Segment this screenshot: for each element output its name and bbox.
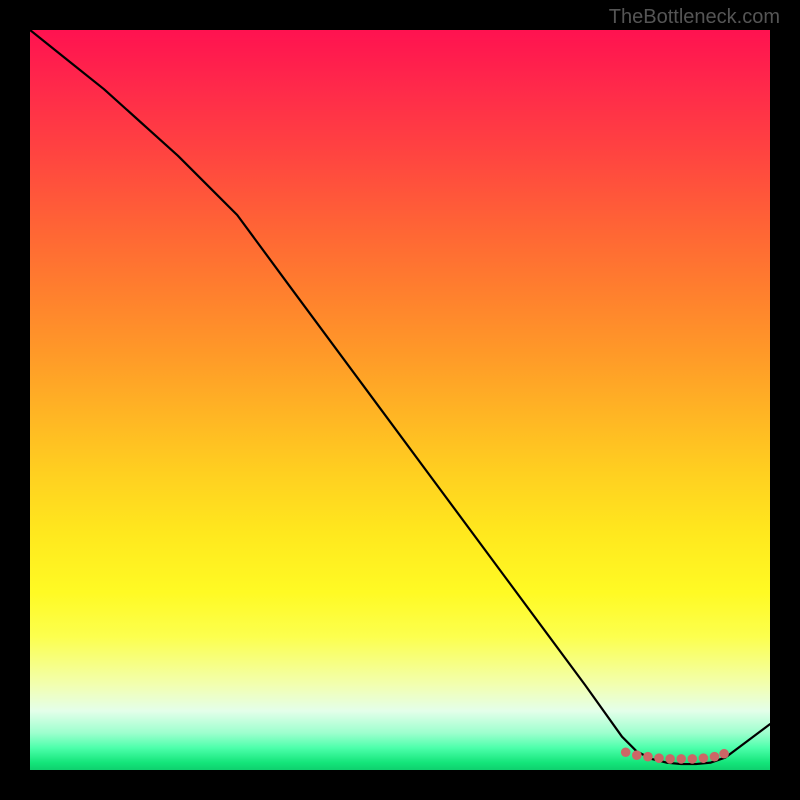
marker-point (654, 753, 664, 763)
marker-point (688, 754, 698, 764)
marker-point (699, 753, 709, 763)
marker-point (643, 752, 653, 762)
marker-point (676, 754, 686, 764)
marker-group (621, 747, 729, 763)
marker-point (621, 747, 631, 757)
bottleneck-curve (30, 30, 770, 764)
marker-point (719, 749, 729, 759)
chart-plot-area (30, 30, 770, 770)
marker-point (665, 754, 675, 764)
marker-point (632, 750, 642, 760)
watermark-text: TheBottleneck.com (609, 6, 780, 29)
chart-svg (30, 30, 770, 770)
marker-point (710, 752, 720, 762)
